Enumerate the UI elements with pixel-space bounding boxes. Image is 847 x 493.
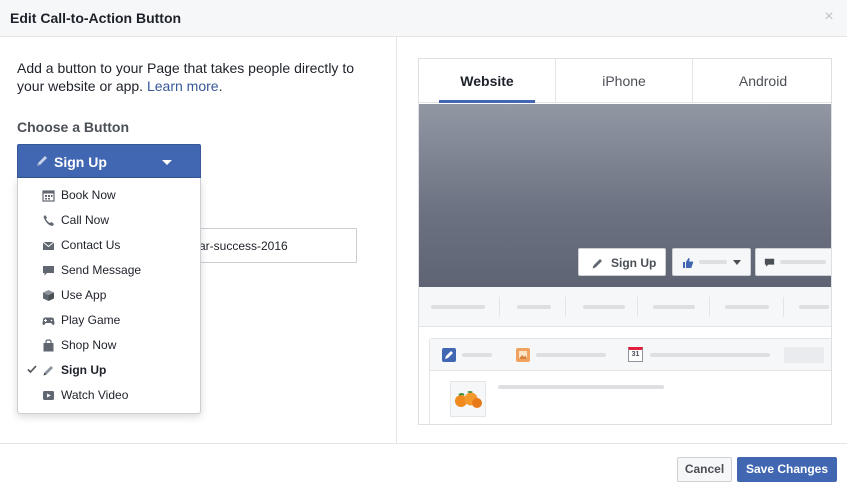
placeholder-bar <box>536 353 606 357</box>
shopping-bag-icon <box>43 339 54 352</box>
placeholder-bar <box>653 305 695 309</box>
menu-item-use-app[interactable]: Use App <box>18 283 200 308</box>
button-type-dropdown[interactable]: Sign Up <box>17 144 201 178</box>
page-preview: Website iPhone Android Sign Up 31 <box>418 58 832 425</box>
dialog-title: Edit Call-to-Action Button <box>10 10 182 26</box>
composer-extra-tab <box>784 347 824 363</box>
save-changes-button[interactable]: Save Changes <box>737 457 837 482</box>
menu-item-play-game[interactable]: Play Game <box>18 308 200 333</box>
placeholder-bar <box>498 385 664 389</box>
preview-cta-label: Sign Up <box>611 256 657 270</box>
menu-item-shop-now[interactable]: Shop Now <box>18 333 200 358</box>
learn-more-link[interactable]: Learn more <box>147 78 219 94</box>
menu-item-label: Book Now <box>61 188 116 202</box>
tab-iphone[interactable]: iPhone <box>556 59 692 103</box>
oranges-icon <box>455 391 482 408</box>
chevron-down-icon <box>733 260 741 265</box>
placeholder-bar <box>431 305 485 309</box>
nav-divider <box>709 297 710 317</box>
chat-bubble-icon <box>43 266 54 276</box>
menu-item-label: Play Game <box>61 313 121 327</box>
menu-item-send-message[interactable]: Send Message <box>18 258 200 283</box>
calendar-icon: 31 <box>628 347 643 362</box>
tab-android[interactable]: Android <box>693 59 831 103</box>
gamepad-icon <box>42 317 55 325</box>
placeholder-bar <box>780 260 826 264</box>
chat-bubble-icon <box>764 258 775 267</box>
placeholder-bar <box>799 305 829 309</box>
calendar-day: 31 <box>631 351 640 358</box>
pencil-icon <box>592 259 602 269</box>
play-icon <box>43 391 54 400</box>
intro-text: Add a button to your Page that takes peo… <box>17 59 362 95</box>
close-icon[interactable]: × <box>822 9 836 25</box>
envelope-icon <box>42 241 55 250</box>
preview-composer: 31 <box>429 338 831 424</box>
placeholder-bar <box>725 305 769 309</box>
nav-divider <box>565 297 566 317</box>
preview-like-button <box>672 248 751 276</box>
button-type-menu: Book Now Call Now Contact Us Send Messag… <box>17 178 201 414</box>
menu-item-label: Shop Now <box>61 338 117 352</box>
page-avatar <box>450 381 486 417</box>
placeholder-bar <box>462 353 492 357</box>
placeholder-bar <box>699 260 727 264</box>
menu-item-sign-up[interactable]: Sign Up <box>18 358 200 383</box>
dropdown-selected-label: Sign Up <box>54 154 107 170</box>
nav-divider <box>499 297 500 317</box>
menu-item-watch-video[interactable]: Watch Video <box>18 383 200 408</box>
cancel-button[interactable]: Cancel <box>677 457 732 482</box>
phone-icon <box>43 215 54 226</box>
website-url-value: ar-success-2016 <box>199 239 288 253</box>
dialog-footer: Cancel Save Changes <box>0 443 847 493</box>
intro-period: . <box>218 78 223 94</box>
menu-item-label: Use App <box>61 288 107 302</box>
preview-cta-button: Sign Up <box>578 248 666 276</box>
chevron-down-icon <box>162 160 172 165</box>
box-icon <box>43 290 54 301</box>
menu-item-label: Call Now <box>61 213 110 227</box>
placeholder-bar <box>650 353 770 357</box>
composer-toolbar: 31 <box>430 339 831 371</box>
thumbs-up-icon <box>683 258 694 268</box>
pencil-icon <box>43 366 53 376</box>
platform-tabs: Website iPhone Android <box>419 59 831 103</box>
preview-page-nav <box>419 287 831 327</box>
menu-item-label: Contact Us <box>61 238 121 252</box>
dialog-header: Edit Call-to-Action Button × <box>0 0 847 37</box>
active-tab-indicator <box>439 100 535 103</box>
menu-item-label: Send Message <box>61 263 142 277</box>
settings-pane: Add a button to your Page that takes peo… <box>0 37 396 443</box>
edit-post-icon <box>442 348 456 362</box>
choose-button-label: Choose a Button <box>17 119 129 135</box>
menu-item-label: Watch Video <box>61 388 129 402</box>
pencil-icon <box>37 156 47 166</box>
menu-item-call-now[interactable]: Call Now <box>18 208 200 233</box>
placeholder-bar <box>583 305 625 309</box>
preview-pane: Website iPhone Android Sign Up 31 <box>396 37 847 443</box>
preview-message-button <box>755 248 831 276</box>
tab-website[interactable]: Website <box>419 59 555 103</box>
menu-item-label: Sign Up <box>61 363 107 377</box>
nav-divider <box>637 297 638 317</box>
menu-item-book-now[interactable]: Book Now <box>18 183 200 208</box>
cover-photo: Sign Up <box>419 104 831 287</box>
photo-icon <box>516 348 530 362</box>
checkmark-icon <box>27 365 37 374</box>
placeholder-bar <box>517 305 551 309</box>
calendar-icon <box>42 190 55 202</box>
menu-item-contact-us[interactable]: Contact Us <box>18 233 200 258</box>
nav-divider <box>783 297 784 317</box>
